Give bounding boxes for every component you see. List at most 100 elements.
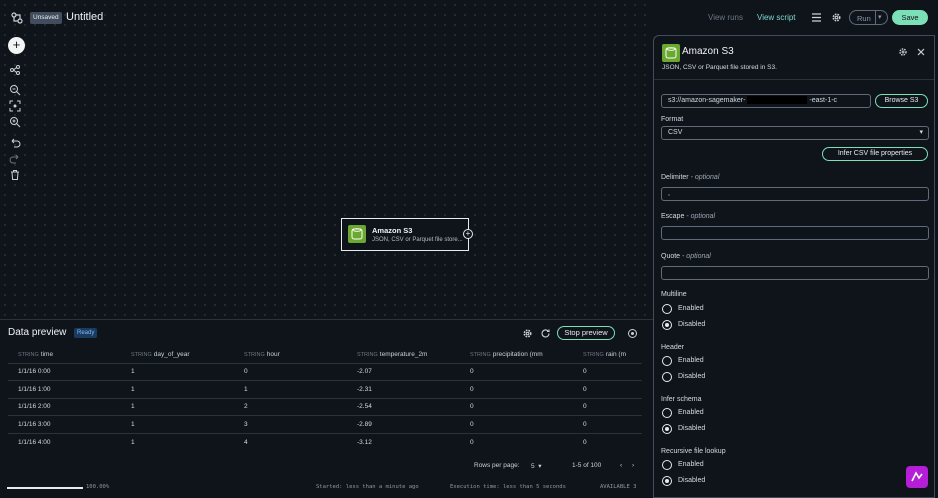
list-icon[interactable] (811, 12, 822, 23)
table-cell: 0 (460, 415, 573, 433)
table-cell: 0 (460, 397, 573, 416)
prev-page-icon[interactable]: ‹ (620, 462, 622, 469)
header-disabled-label: Disabled (678, 373, 706, 380)
job-title[interactable]: Untitled (66, 11, 103, 23)
quote-input[interactable] (661, 266, 929, 280)
stop-preview-button[interactable]: Stop preview (557, 326, 615, 340)
escape-input[interactable] (661, 226, 929, 240)
table-cell: 0 (573, 397, 642, 416)
table-cell: 1/1/16 2:00 (8, 397, 121, 416)
run-button[interactable]: Run ▾ (849, 10, 888, 25)
table-cell: 4 (234, 432, 347, 451)
infer-schema-disabled-radio[interactable] (662, 424, 672, 434)
save-button[interactable]: Save (892, 10, 928, 25)
glue-logo-icon (11, 12, 23, 24)
close-icon[interactable] (916, 47, 926, 57)
top-bar: Unsaved Untitled View runs View script R… (0, 0, 938, 36)
table-cell: -2.54 (347, 397, 460, 416)
recursive-enabled-radio[interactable] (662, 460, 672, 470)
preview-table: STRING time STRING day_of_year STRING hour … (8, 347, 642, 451)
table-cell: 0 (573, 432, 642, 451)
table-cell: 1 (234, 380, 347, 398)
view-script-link[interactable]: View script (757, 13, 796, 22)
header-enabled-label: Enabled (678, 357, 704, 364)
page-range: 1-5 of 100 (572, 462, 602, 469)
column-header[interactable]: STRING hour (234, 347, 347, 363)
infer-schema-enabled-label: Enabled (678, 409, 704, 416)
panel-divider (654, 79, 934, 80)
status-badge: Ready (74, 328, 98, 338)
table-cell: -2.89 (347, 415, 460, 433)
recursive-enabled-label: Enabled (678, 461, 704, 468)
next-page-icon[interactable]: › (632, 462, 634, 469)
infer-schema-enabled-radio[interactable] (662, 408, 672, 418)
fit-view-icon[interactable] (9, 100, 21, 112)
multiline-enabled-label: Enabled (678, 305, 704, 312)
table-cell: 1/1/16 3:00 (8, 415, 121, 433)
s3-url-input[interactable]: s3://amazon-sagemaker- -east-1-c (661, 94, 871, 108)
s3-bucket-icon (348, 225, 366, 243)
settings-icon[interactable] (898, 47, 908, 57)
table-row: 1/1/16 1:00 1 1 -2.31 0 0 (8, 380, 642, 398)
layout-icon[interactable] (9, 64, 21, 76)
header-disabled-radio[interactable] (662, 372, 672, 382)
column-header[interactable]: STRING rain (m (573, 347, 642, 363)
chevron-down-icon[interactable]: ▾ (878, 13, 882, 21)
table-cell: 0 (460, 380, 573, 398)
redo-icon[interactable] (9, 153, 21, 165)
data-preview-title: Data preview (8, 327, 67, 338)
table-row: 1/1/16 0:00 1 0 -2.07 0 0 (8, 362, 642, 381)
table-cell: 0 (460, 432, 573, 451)
node-subtitle: JSON, CSV or Parquet file store... (372, 237, 463, 243)
undo-icon[interactable] (9, 137, 21, 149)
quote-label: Quote - optional (661, 253, 711, 260)
browse-s3-button[interactable]: Browse S3 (875, 94, 928, 108)
eye-settings-icon[interactable] (627, 328, 638, 339)
unsaved-badge: Unsaved (30, 12, 62, 24)
header-label: Header (661, 344, 684, 351)
multiline-enabled-radio[interactable] (662, 304, 672, 314)
panel-title: Amazon S3 (682, 46, 734, 57)
progress-bar (7, 487, 83, 489)
table-cell: 0 (234, 362, 347, 381)
rows-per-page-select[interactable]: 5 ▾ (531, 462, 542, 470)
format-select[interactable]: CSV ▾ (661, 126, 929, 140)
zoom-out-icon[interactable] (9, 84, 21, 96)
panel-subtitle: JSON, CSV or Parquet file stored in S3. (662, 64, 777, 71)
zoom-in-icon[interactable] (9, 116, 21, 128)
add-node-button[interactable]: + (8, 37, 25, 54)
table-cell: 0 (573, 380, 642, 398)
column-header[interactable]: STRING temperature_2m (347, 347, 460, 363)
table-cell: -2.07 (347, 362, 460, 381)
available-text: AVAILABLE 3 (600, 484, 637, 490)
multiline-disabled-radio[interactable] (662, 320, 672, 330)
delimiter-input[interactable]: , (661, 187, 929, 201)
table-cell: -2.31 (347, 380, 460, 398)
infer-csv-button[interactable]: Infer CSV file properties (822, 147, 928, 161)
assistant-icon[interactable] (906, 466, 928, 488)
settings-icon[interactable] (522, 328, 533, 339)
add-child-icon[interactable]: + (463, 229, 473, 239)
view-runs-link[interactable]: View runs (708, 13, 743, 22)
format-label: Format (661, 116, 684, 123)
execution-text: Execution time: less than 5 seconds (450, 484, 566, 490)
table-cell: 1/1/16 4:00 (8, 432, 121, 451)
recursive-disabled-radio[interactable] (662, 476, 672, 486)
table-cell: 1/1/16 1:00 (8, 380, 121, 398)
gear-icon[interactable] (831, 12, 842, 23)
canvas[interactable] (0, 0, 654, 320)
table-cell: 1 (121, 415, 234, 433)
column-header[interactable]: STRING day_of_year (121, 347, 234, 363)
table-cell: 1/1/16 0:00 (8, 362, 121, 381)
delimiter-label: Delimiter - optional (661, 174, 720, 181)
column-header[interactable]: STRING precipitation (mm (460, 347, 573, 363)
amazon-s3-node[interactable]: Amazon S3 JSON, CSV or Parquet file stor… (341, 218, 473, 251)
recursive-label: Recursive file lookup (661, 448, 726, 455)
refresh-icon[interactable] (540, 328, 551, 339)
column-header[interactable]: STRING time (8, 347, 121, 363)
started-text: Started: less than a minute ago (316, 484, 419, 490)
header-enabled-radio[interactable] (662, 356, 672, 366)
trash-icon[interactable] (9, 169, 21, 181)
table-row: 1/1/16 2:00 1 2 -2.54 0 0 (8, 397, 642, 416)
redacted-text (747, 96, 808, 105)
